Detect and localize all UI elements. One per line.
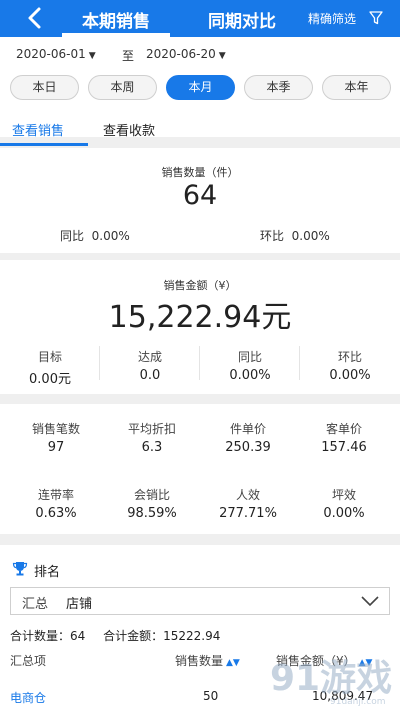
amount-label: 销售金额（¥） bbox=[163, 279, 237, 292]
metric-member-ratio: 会销比 98.59% bbox=[102, 486, 202, 521]
metrics-grid: 销售笔数 97 平均折扣 6.3 件单价 250.39 客单价 157.46 连… bbox=[0, 404, 400, 534]
stat-mom: 环比 0.00% bbox=[300, 348, 400, 383]
watermark-text: 91游戏 bbox=[270, 658, 392, 699]
metric-value: 97 bbox=[47, 440, 65, 455]
filter-panel: 2020-06-01 ▼ 至 2020-06-20 ▼ 本日 本周 本月 本季 本年… bbox=[0, 37, 400, 146]
watermark-logo: 91游戏 91danji.com bbox=[270, 658, 392, 707]
date-to-label: 至 bbox=[122, 49, 135, 63]
metric-label: 平均折扣 bbox=[127, 422, 176, 436]
column-header-quantity-label: 销售数量 bbox=[175, 654, 224, 668]
quantity-mom-value: 0.00% bbox=[291, 229, 330, 243]
stat-achieved: 达成 0.0 bbox=[100, 348, 200, 383]
metric-staff-efficiency: 人效 277.71% bbox=[198, 486, 298, 521]
stat-label: 达成 bbox=[137, 350, 162, 364]
sales-quantity-card: 销售数量（件） 64 同比 0.00% 环比 0.00% bbox=[0, 148, 400, 253]
column-header-quantity[interactable]: 销售数量 ▲▼ bbox=[175, 652, 240, 669]
stat-label: 同比 bbox=[237, 350, 262, 364]
metric-value: 250.39 bbox=[225, 440, 271, 455]
date-from-value: 2020-06-01 bbox=[16, 47, 86, 61]
subtab-indicator bbox=[0, 143, 88, 146]
quantity-yoy: 同比 0.00% bbox=[60, 227, 130, 244]
period-year-button[interactable]: 本年 bbox=[322, 75, 391, 100]
metric-customer-price: 客单价 157.46 bbox=[294, 420, 394, 455]
metric-value: 277.71% bbox=[219, 506, 277, 521]
metric-label: 客单价 bbox=[325, 422, 362, 436]
row-item-quantity: 50 bbox=[203, 689, 219, 703]
stat-value: 0.00元 bbox=[29, 372, 71, 387]
sort-icon: ▲▼ bbox=[226, 658, 240, 668]
row-item-name[interactable]: 电商仓 bbox=[10, 689, 46, 706]
stat-value: 0.0 bbox=[139, 368, 161, 383]
total-amount: 合计金额：15222.94 bbox=[103, 629, 221, 643]
metric-value: 98.59% bbox=[127, 506, 177, 521]
period-week-button[interactable]: 本周 bbox=[88, 75, 157, 100]
quantity-mom-label: 环比 bbox=[260, 229, 285, 243]
watermark-subtext: 91danji.com bbox=[330, 697, 385, 707]
metric-attach-rate: 连带率 0.63% bbox=[6, 486, 106, 521]
summary-type-select[interactable]: 汇总 店铺 bbox=[10, 587, 390, 615]
metric-label: 件单价 bbox=[229, 422, 266, 436]
date-from-select[interactable]: 2020-06-01 ▼ bbox=[16, 47, 96, 61]
filter-button[interactable]: 精确筛选 bbox=[308, 10, 356, 27]
metric-value: 0.00% bbox=[323, 506, 365, 521]
subtab-view-sales[interactable]: 查看销售 bbox=[12, 120, 64, 139]
summary-label: 汇总 bbox=[22, 597, 49, 612]
stat-value: 0.00% bbox=[329, 368, 371, 383]
top-header: 本期销售 同期对比 精确筛选 bbox=[0, 0, 400, 37]
quantity-value: 64 bbox=[182, 180, 218, 211]
back-arrow-icon[interactable] bbox=[24, 6, 46, 30]
ranking-totals: 合计数量：64 合计金额：15222.94 bbox=[10, 627, 234, 644]
metric-label: 销售笔数 bbox=[31, 422, 80, 436]
total-quantity: 合计数量：64 bbox=[10, 629, 86, 643]
quantity-mom: 环比 0.00% bbox=[260, 227, 330, 244]
trophy-icon bbox=[12, 562, 28, 576]
metric-sales-count: 销售笔数 97 bbox=[6, 420, 106, 455]
column-header-item: 汇总项 bbox=[10, 654, 47, 668]
date-to-select[interactable]: 2020-06-20 ▼ bbox=[146, 47, 226, 61]
quantity-yoy-label: 同比 bbox=[60, 229, 85, 243]
metric-value: 6.3 bbox=[141, 440, 163, 455]
tab-period-compare[interactable]: 同期对比 bbox=[208, 7, 276, 32]
amount-value: 15,222.94元 bbox=[108, 300, 292, 335]
metric-value: 0.63% bbox=[35, 506, 77, 521]
metric-area-efficiency: 坪效 0.00% bbox=[294, 486, 394, 521]
caret-down-icon: ▼ bbox=[218, 51, 226, 61]
stat-label: 环比 bbox=[337, 350, 362, 364]
caret-down-icon: ▼ bbox=[88, 51, 96, 61]
summary-value: 店铺 bbox=[66, 597, 93, 612]
tab-current-sales[interactable]: 本期销售 bbox=[82, 7, 150, 32]
date-to-value: 2020-06-20 bbox=[146, 47, 216, 61]
metric-label: 连带率 bbox=[37, 488, 74, 502]
metric-value: 157.46 bbox=[321, 440, 367, 455]
period-day-button[interactable]: 本日 bbox=[10, 75, 79, 100]
chevron-down-icon bbox=[361, 596, 379, 607]
metric-avg-discount: 平均折扣 6.3 bbox=[102, 420, 202, 455]
filter-icon[interactable] bbox=[369, 11, 383, 25]
metric-label: 坪效 bbox=[331, 488, 356, 502]
quantity-yoy-value: 0.00% bbox=[91, 229, 130, 243]
sales-amount-card: 销售金额（¥） 15,222.94元 目标 0.00元 达成 0.0 同比 0.… bbox=[0, 260, 400, 394]
period-quarter-button[interactable]: 本季 bbox=[244, 75, 313, 100]
metric-label: 人效 bbox=[235, 488, 260, 502]
ranking-title: 排名 bbox=[34, 565, 61, 580]
subtab-view-collections[interactable]: 查看收款 bbox=[103, 120, 155, 139]
metric-unit-price: 件单价 250.39 bbox=[198, 420, 298, 455]
stat-yoy: 同比 0.00% bbox=[200, 348, 300, 383]
quantity-label: 销售数量（件） bbox=[161, 166, 239, 179]
stat-label: 目标 bbox=[37, 350, 62, 364]
stat-target: 目标 0.00元 bbox=[0, 348, 100, 387]
stat-value: 0.00% bbox=[229, 368, 271, 383]
metric-label: 会销比 bbox=[133, 488, 170, 502]
period-month-button[interactable]: 本月 bbox=[166, 75, 235, 100]
